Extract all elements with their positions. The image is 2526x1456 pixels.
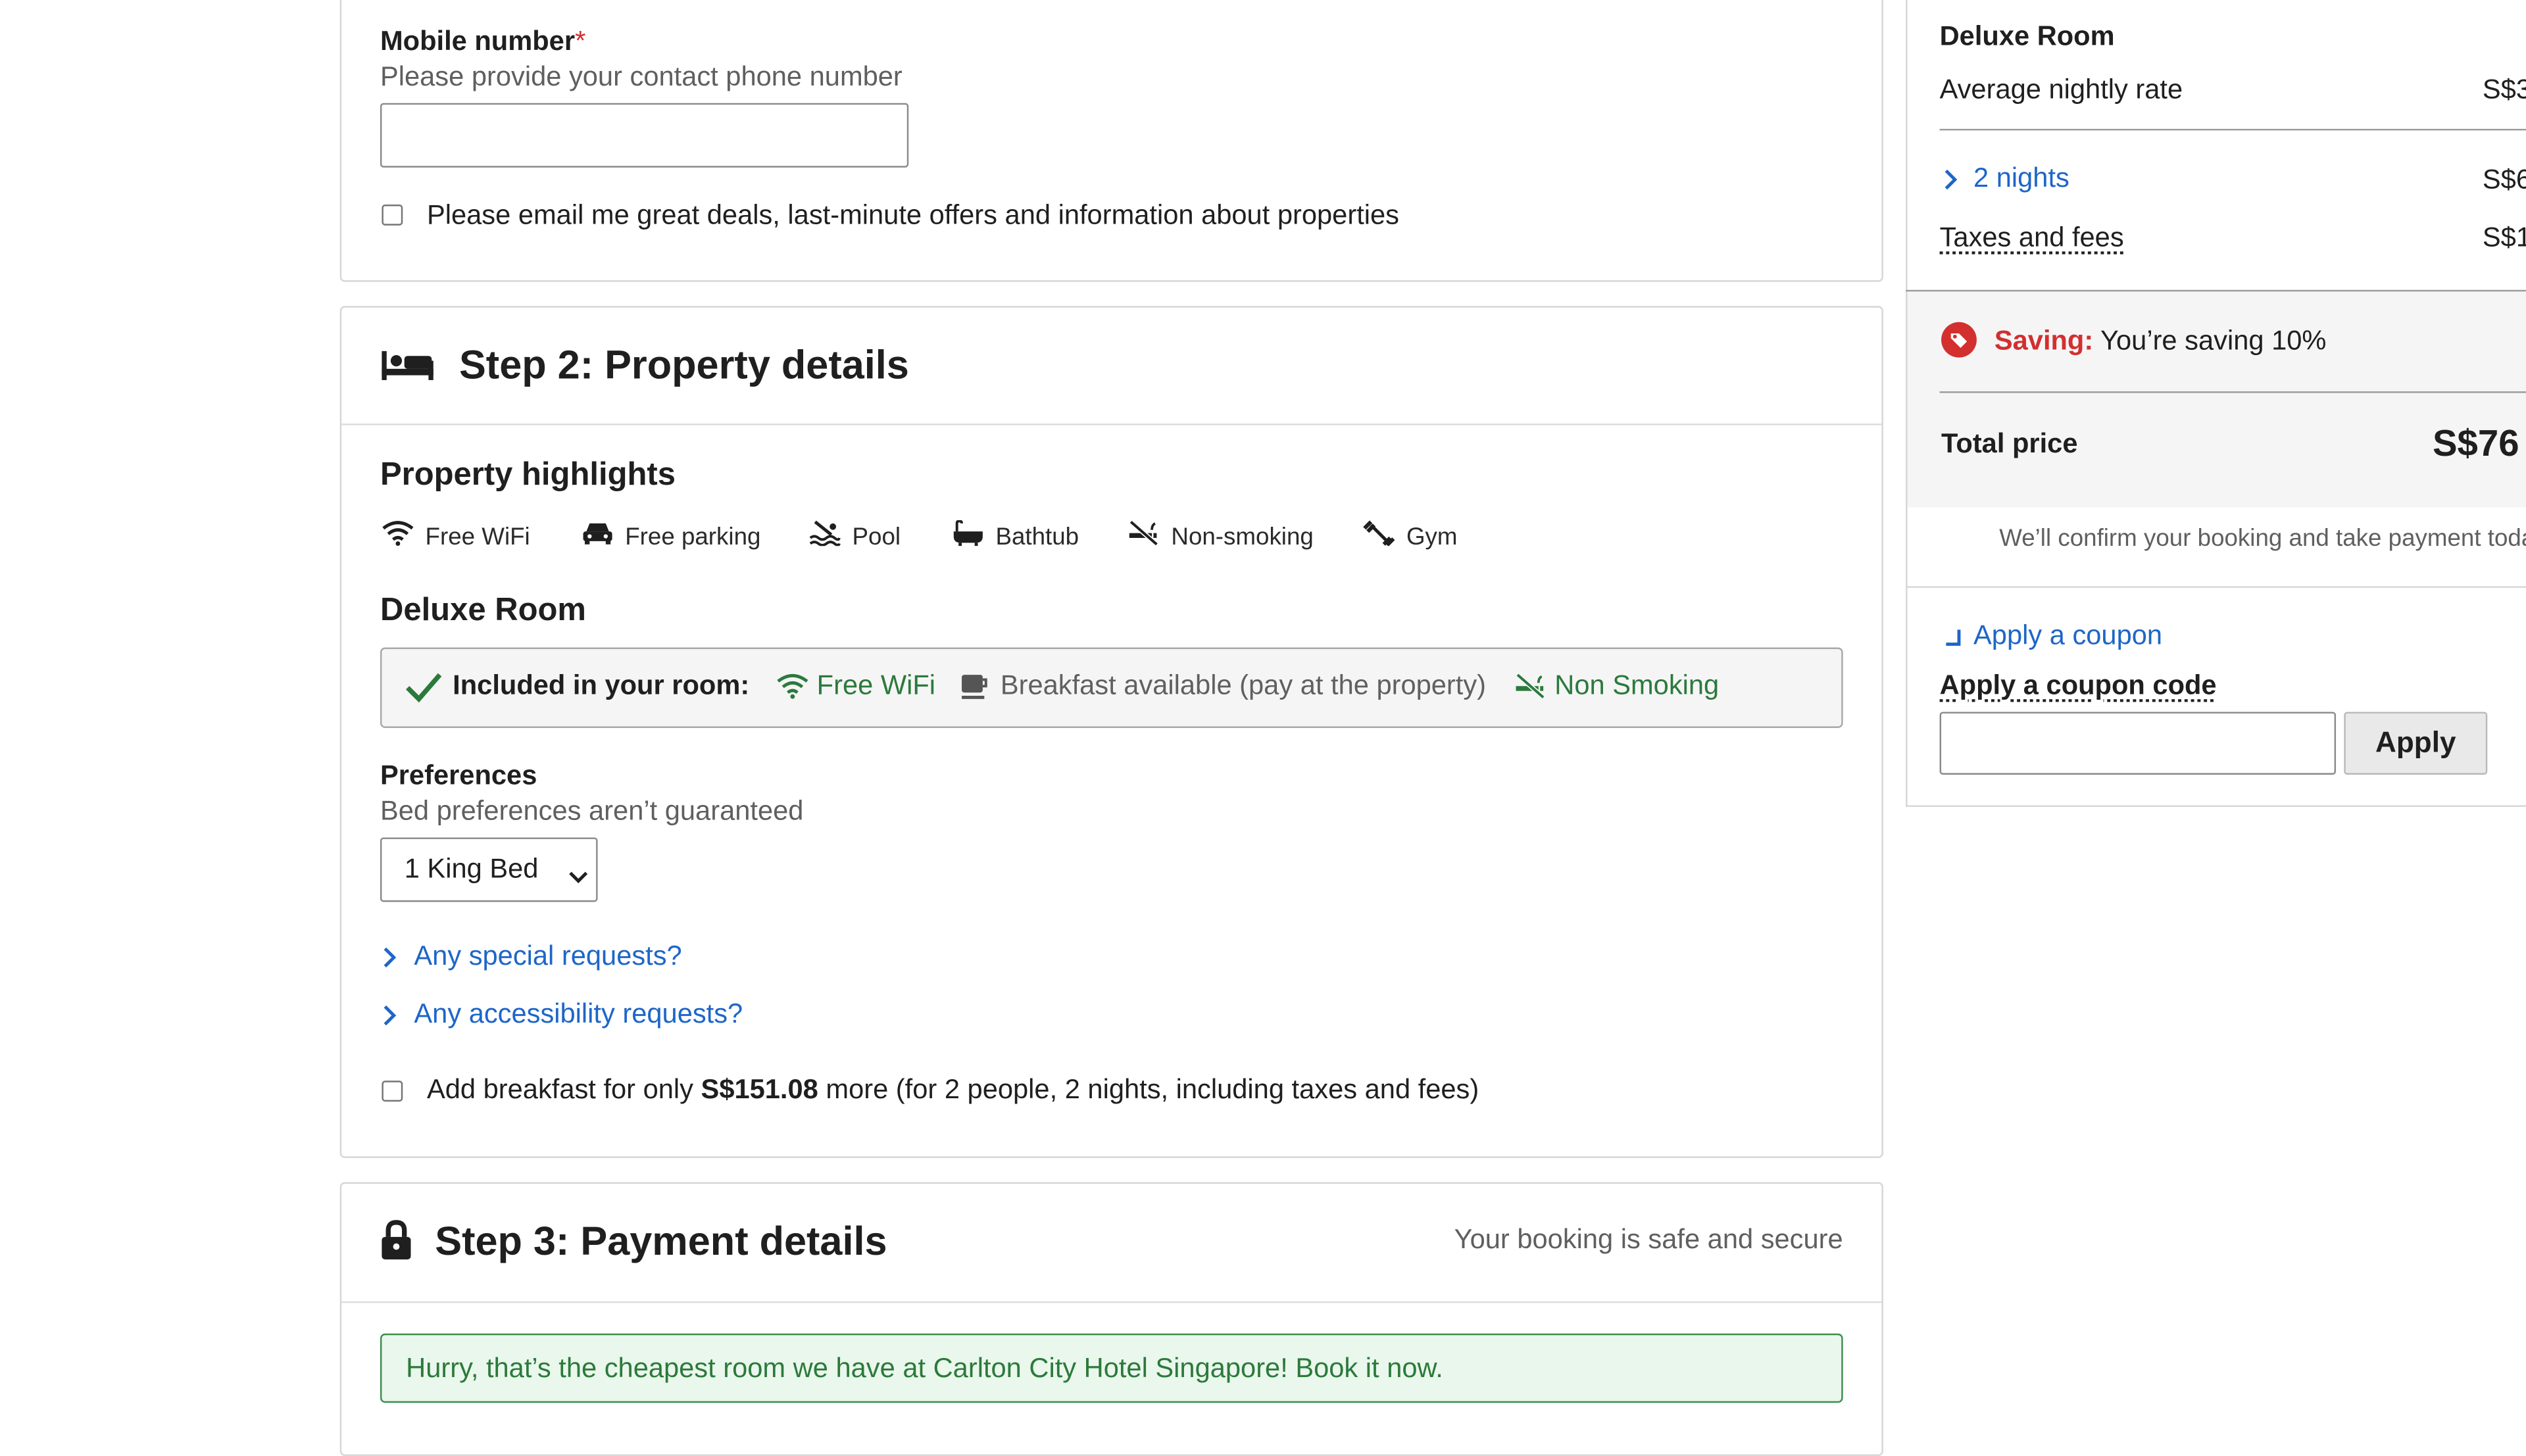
nights-value: S$6 — [2482, 164, 2526, 195]
check-icon — [405, 671, 443, 712]
highlight-gym: Gym — [1363, 517, 1458, 556]
coupon-code-label: Apply a coupon code — [1939, 669, 2217, 701]
room-heading: Deluxe Room — [380, 593, 586, 629]
pool-icon — [808, 520, 852, 552]
bed-preference-select[interactable]: 1 King Bed — [380, 837, 598, 902]
taxes-fees-label[interactable]: Taxes and fees — [1940, 222, 2124, 255]
included-in-room-box: Included in your room: Free WiFi Breakfa… — [380, 647, 1843, 728]
coupon-code-input[interactable] — [1939, 712, 2337, 775]
highlight-label: Gym — [1406, 522, 1458, 550]
saving-message: Saving: You’re saving 10% — [1994, 326, 2327, 358]
highlight-label: Free WiFi — [425, 522, 530, 550]
total-price-value: S$76 — [2432, 422, 2519, 464]
included-label: Included in your room: — [453, 669, 750, 701]
highlight-bathtub: Bathtub — [952, 517, 1079, 556]
wifi-icon — [776, 673, 808, 707]
chevron-right-icon — [384, 947, 397, 976]
included-wifi-label: Free WiFi — [816, 669, 936, 701]
cheapest-room-text: Hurry, that’s the cheapest room we have … — [406, 1353, 1443, 1384]
avg-nightly-rate-value: S$3 — [2482, 74, 2526, 105]
bathtub-icon — [952, 520, 995, 552]
saving-label: Saving: — [1994, 325, 2094, 356]
accessibility-requests-link[interactable]: Any accessibility requests? — [414, 998, 743, 1031]
highlight-label: Pool — [852, 522, 901, 550]
total-divider — [1939, 391, 2526, 393]
special-requests-link[interactable]: Any special requests? — [414, 940, 681, 973]
highlight-pool: Pool — [808, 517, 901, 556]
included-non-smoking-label: Non Smoking — [1554, 669, 1720, 701]
included-breakfast-label: Breakfast available (pay at the property… — [1000, 669, 1487, 701]
highlight-free-parking: Free parking — [582, 517, 760, 556]
email-opt-in-label[interactable]: Please email me great deals, last-minute… — [427, 200, 1399, 232]
breakfast-price: S$151.08 — [701, 1074, 818, 1105]
no-smoking-icon — [1127, 520, 1171, 552]
taxes-fees-value: S$1 — [2482, 222, 2526, 253]
total-price-label: Total price — [1941, 428, 2078, 459]
secure-booking-note: Your booking is safe and secure — [1454, 1224, 1843, 1255]
breakfast-prefix-text: Add breakfast for only — [426, 1074, 701, 1105]
preferences-label: Preferences — [380, 760, 537, 791]
contact-details-card: Mobile number* Please provide your conta… — [339, 0, 1883, 282]
apply-button-label: Apply — [2375, 726, 2456, 759]
gym-icon — [1363, 520, 1406, 552]
no-smoking-icon — [1514, 673, 1547, 707]
payment-details-card: Step 3: Payment details Your booking is … — [339, 1182, 1883, 1456]
apply-coupon-button[interactable]: Apply — [2344, 712, 2488, 775]
highlight-free-wifi: Free WiFi — [382, 517, 530, 556]
highlight-label: Free parking — [625, 522, 761, 550]
add-breakfast-checkbox[interactable] — [382, 1080, 403, 1102]
nights-link[interactable]: 2 nights — [1973, 162, 2069, 195]
property-details-card: Step 2: Property details Property highli… — [339, 306, 1883, 1158]
summary-section-divider — [1906, 289, 2526, 292]
add-breakfast-label[interactable]: Add breakfast for only S$151.08 more (fo… — [427, 1074, 1479, 1106]
chevron-down-icon — [568, 863, 588, 892]
saving-text: You’re saving 10% — [2093, 325, 2327, 356]
step3-header-divider — [341, 1301, 1882, 1303]
corner-arrow-icon — [1943, 627, 1962, 656]
step2-title: Step 2: Property details — [458, 343, 909, 389]
mobile-number-input[interactable] — [380, 103, 909, 168]
lock-icon — [380, 1219, 412, 1269]
summary-room-name: Deluxe Room — [1939, 20, 2115, 52]
confirm-payment-note: We’ll confirm your booking and take paym… — [1999, 525, 2526, 553]
mobile-number-hint: Please provide your contact phone number — [380, 61, 903, 92]
cheapest-room-banner: Hurry, that’s the cheapest room we have … — [380, 1333, 1843, 1403]
breakfast-icon — [960, 671, 989, 708]
wifi-icon — [382, 520, 425, 552]
preferences-hint: Bed preferences aren’t guaranteed — [380, 795, 804, 827]
step3-title: Step 3: Payment details — [435, 1219, 887, 1265]
highlight-label: Bathtub — [995, 522, 1079, 550]
car-icon — [582, 520, 625, 552]
avg-nightly-rate-label: Average nightly rate — [1939, 74, 2183, 105]
bed-preference-value: 1 King Bed — [404, 853, 539, 885]
email-opt-in-checkbox[interactable] — [382, 205, 403, 226]
step2-header-divider — [341, 424, 1882, 425]
highlight-label: Non-smoking — [1171, 522, 1314, 550]
breakfast-suffix-text: more (for 2 people, 2 nights, including … — [818, 1074, 1479, 1105]
property-highlights-heading: Property highlights — [380, 457, 676, 493]
chevron-right-icon — [384, 1005, 397, 1034]
highlight-non-smoking: Non-smoking — [1127, 517, 1314, 556]
price-tag-icon — [1940, 320, 1979, 367]
required-marker: * — [575, 26, 586, 57]
bed-icon — [380, 347, 435, 393]
summary-divider — [1939, 128, 2526, 131]
apply-coupon-link[interactable]: Apply a coupon — [1973, 620, 2162, 652]
mobile-number-label: Mobile number* — [380, 26, 586, 57]
chevron-right-icon — [1944, 169, 1958, 198]
